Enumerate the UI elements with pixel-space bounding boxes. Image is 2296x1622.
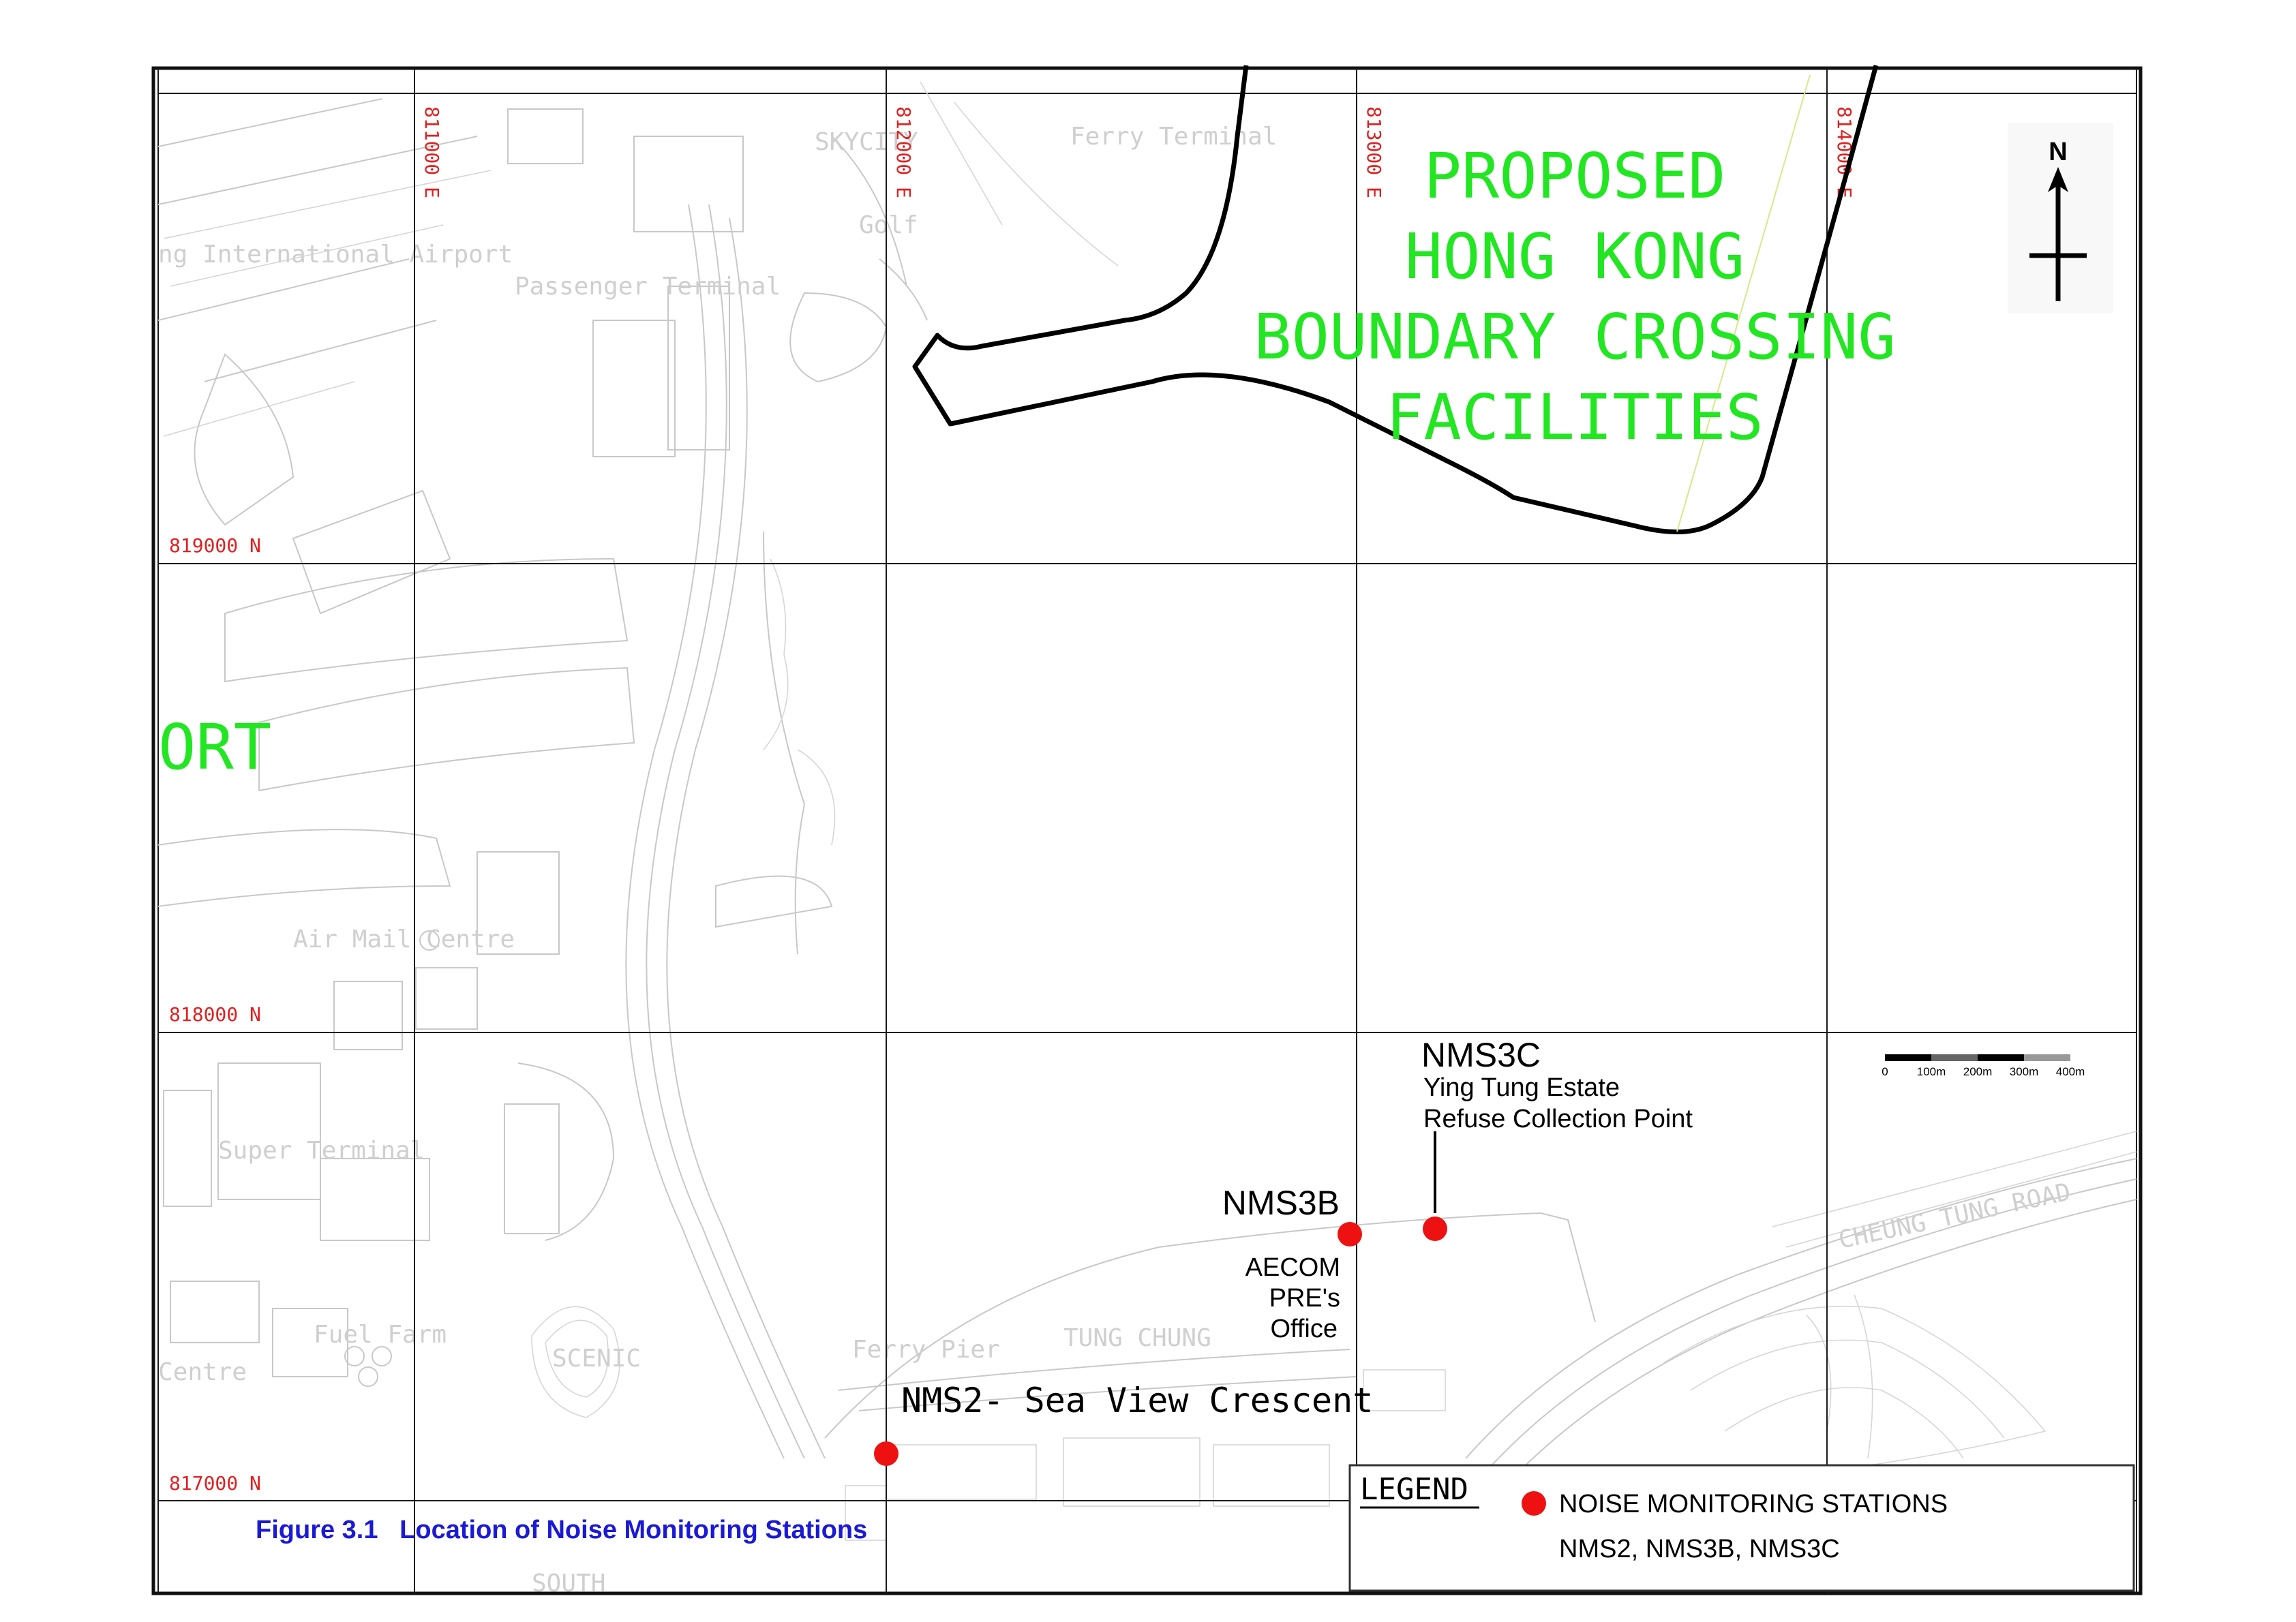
northing-label: 817000 N: [169, 1472, 261, 1495]
north-arrow-icon: N: [2008, 123, 2113, 313]
scale-label: 300m: [2010, 1065, 2039, 1078]
station-code: NMS3B: [1222, 1184, 1340, 1222]
ferry-pier-label: Ferry Pier: [852, 1336, 1000, 1364]
easting-label: 811000 E: [421, 106, 443, 198]
project-label-line: BOUNDARY CROSSING: [1254, 301, 1896, 373]
map-frame: [151, 66, 2143, 1595]
north-label: N: [2049, 138, 2067, 166]
noise-station-marker[interactable]: [874, 1441, 898, 1466]
passenger-terminal-label: Passenger Terminal: [515, 273, 781, 301]
airport-label: ng International Airport: [158, 241, 513, 269]
station-description-line: PRE's: [1269, 1284, 1340, 1313]
scale-label: 200m: [1963, 1065, 1993, 1078]
station-code: NMS2- Sea View Crescent: [901, 1381, 1373, 1420]
air-mail-centre-label: Air Mail Centre: [293, 925, 515, 953]
station-description-line: Refuse Collection Point: [1423, 1105, 1693, 1133]
northing-label: 819000 N: [169, 534, 261, 557]
noise-station-marker[interactable]: [1423, 1216, 1447, 1241]
station-code: NMS3C: [1421, 1036, 1541, 1074]
south-label: SOUTH: [532, 1570, 605, 1597]
airport-fragment-label: ORT: [158, 711, 271, 784]
legend-marker-icon: [1522, 1491, 1546, 1516]
station-description-line: Ying Tung Estate: [1423, 1073, 1620, 1102]
scenic-label: SCENIC: [552, 1345, 641, 1373]
scale-label: 100m: [1917, 1065, 1946, 1078]
legend-item-label: NOISE MONITORING STATIONS: [1559, 1490, 1948, 1518]
scale-label: 400m: [2056, 1065, 2085, 1078]
station-description-line: AECOM: [1245, 1253, 1340, 1282]
ferry-terminal-top-label: Ferry Terminal: [1070, 123, 1277, 151]
project-label-line: FACILITIES: [1386, 381, 1764, 454]
centre-label: Centre: [158, 1358, 247, 1386]
golf-label: Golf: [859, 211, 918, 239]
tung-chung-label: TUNG CHUNG: [1063, 1324, 1211, 1352]
station-description-line: Office: [1270, 1315, 1338, 1343]
northing-label: 818000 N: [169, 1003, 261, 1026]
scale-label: 0: [1882, 1065, 1888, 1078]
legend-title: LEGEND: [1360, 1472, 1468, 1507]
location-map: ng International Airport Passenger Termi…: [151, 65, 2143, 1597]
noise-station-marker[interactable]: [1338, 1222, 1362, 1246]
legend: LEGEND NOISE MONITORING STATIONS NMS2, N…: [1348, 1464, 2135, 1592]
easting-label: 812000 E: [892, 106, 915, 198]
project-label-line: PROPOSED: [1423, 140, 1725, 213]
figure-caption: Figure 3.1 Location of Noise Monitoring …: [256, 1516, 867, 1544]
project-label-line: HONG KONG: [1405, 220, 1745, 293]
easting-label: 813000 E: [1363, 106, 1385, 198]
super-terminal-label: Super Terminal: [218, 1137, 425, 1165]
legend-item-sub: NMS2, NMS3B, NMS3C: [1559, 1535, 1840, 1563]
fuel-farm-label: Fuel Farm: [314, 1321, 447, 1349]
